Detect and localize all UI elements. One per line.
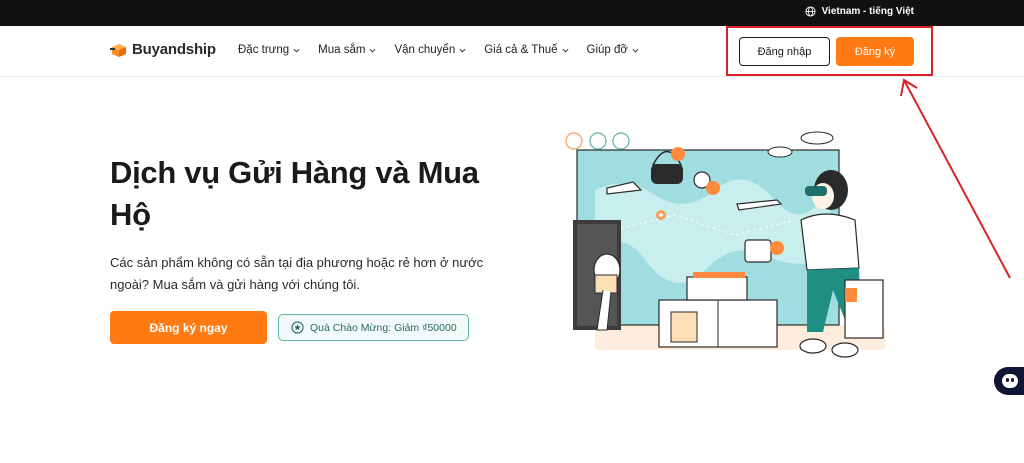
hero-illustration <box>565 131 885 358</box>
nav-item-features[interactable]: Đặc trưng <box>238 44 300 56</box>
nav-item-label: Đặc trưng <box>238 44 290 56</box>
signup-button[interactable]: Đăng ký <box>836 37 914 66</box>
chatbot-icon <box>1002 374 1018 388</box>
language-label: Vietnam - tiếng Việt <box>821 6 914 17</box>
hero-description: Các sản phẩm không có sẵn tại địa phương… <box>110 255 484 292</box>
chatbot-button[interactable] <box>994 367 1024 395</box>
chevron-down-icon <box>632 48 639 53</box>
promo-label: Quà Chào Mừng: Giảm ₫50000 <box>310 321 457 334</box>
login-button[interactable]: Đăng nhập <box>739 37 830 66</box>
logo-text: Buyandship <box>132 41 216 58</box>
logo[interactable]: Buyandship <box>110 41 216 58</box>
nav-item-label: Giá cả & Thuế <box>484 44 558 56</box>
hero-title: Dịch vụ Gửi Hàng và Mua Hộ <box>110 155 479 232</box>
box-logo-icon <box>110 43 126 57</box>
nav-item-help[interactable]: Giúp đỡ <box>587 44 639 56</box>
top-bar: Vietnam - tiếng Việt <box>0 0 1024 26</box>
nav-item-label: Mua sắm <box>318 44 366 56</box>
nav-item-shopping[interactable]: Mua sắm <box>318 44 376 56</box>
nav-item-label: Vận chuyển <box>394 44 456 56</box>
welcome-gift-badge[interactable]: Quà Chào Mừng: Giảm ₫50000 <box>278 314 469 341</box>
chevron-down-icon <box>293 48 300 53</box>
chevron-down-icon <box>369 48 376 53</box>
chevron-down-icon <box>562 48 569 53</box>
globe-icon <box>805 6 816 17</box>
nav-item-shipping[interactable]: Vận chuyển <box>394 44 466 56</box>
star-badge-icon <box>291 321 304 334</box>
nav-item-label: Giúp đỡ <box>586 44 628 56</box>
main-nav: Đặc trưng Mua sắm Vận chuyển Giá cả & Th… <box>238 44 639 56</box>
language-selector[interactable]: Vietnam - tiếng Việt <box>805 6 914 17</box>
nav-item-pricing-tax[interactable]: Giá cả & Thuế <box>484 44 569 56</box>
signup-now-button[interactable]: Đăng ký ngay <box>110 311 267 344</box>
chevron-down-icon <box>459 48 466 53</box>
